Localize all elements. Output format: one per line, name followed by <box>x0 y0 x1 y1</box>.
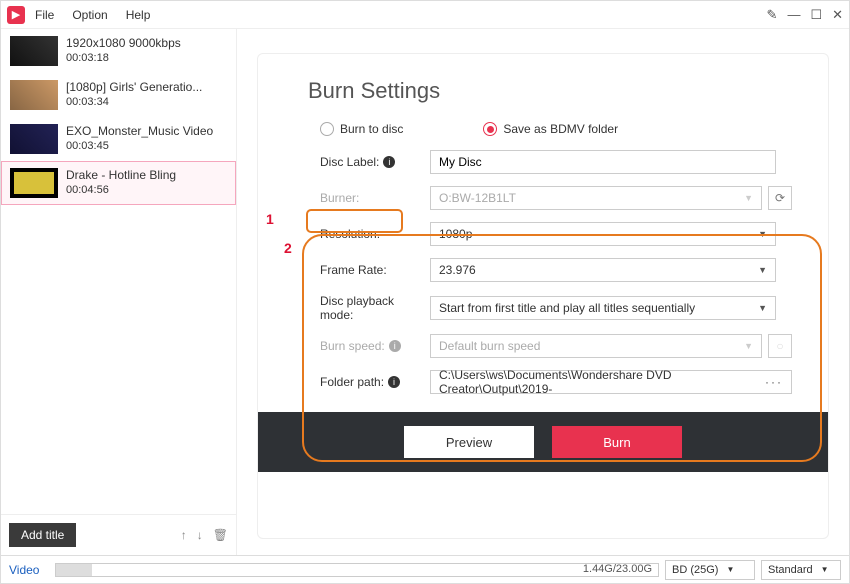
list-item[interactable]: Drake - Hotline Bling 00:04:56 <box>1 161 236 205</box>
list-item[interactable]: 1920x1080 9000kbps 00:03:18 <box>1 29 236 73</box>
feedback-icon[interactable]: ✎ <box>767 7 778 23</box>
video-duration: 00:03:45 <box>66 140 213 152</box>
burn-speed-label: Burn speed:i <box>320 339 430 353</box>
video-thumbnail <box>10 36 58 66</box>
sidebar: 1920x1080 9000kbps 00:03:18 [1080p] Girl… <box>1 29 237 555</box>
status-bar: Video 1.44G/23.00G BD (25G)▼ Standard▼ <box>1 555 849 583</box>
radio-label: Save as BDMV folder <box>503 122 618 136</box>
burner-select: O:BW-12B1LT▼ <box>430 186 762 210</box>
info-icon: i <box>389 340 401 352</box>
maximize-icon[interactable]: ☐ <box>810 7 822 23</box>
browse-icon[interactable]: ··· <box>765 375 783 389</box>
minimize-icon[interactable]: — <box>787 7 800 22</box>
burn-button[interactable]: Burn <box>552 426 682 458</box>
radio-label: Burn to disc <box>340 122 403 136</box>
video-title: [1080p] Girls' Generatio... <box>66 80 202 94</box>
move-up-icon[interactable]: ↑ <box>181 528 187 542</box>
burner-label: Burner: <box>320 191 430 205</box>
info-icon[interactable]: i <box>383 156 395 168</box>
framerate-label: Frame Rate: <box>320 263 430 277</box>
burn-settings-panel: Burn Settings 1 2 Burn to disc Save as B… <box>257 53 829 539</box>
disc-usage-text: 1.44G/23.00G <box>583 563 652 575</box>
annotation-1: 1 <box>266 211 274 227</box>
menu-file[interactable]: File <box>35 8 54 22</box>
close-icon[interactable]: ✕ <box>832 7 843 23</box>
action-bar: Preview Burn <box>258 412 828 472</box>
disc-type-select[interactable]: BD (25G)▼ <box>665 560 755 580</box>
info-icon[interactable]: i <box>388 376 400 388</box>
disc-usage-bar: 1.44G/23.00G <box>55 563 659 577</box>
menu-option[interactable]: Option <box>72 8 107 22</box>
preview-button[interactable]: Preview <box>404 426 534 458</box>
sidebar-footer: Add title ↑ ↓ 🗑 <box>1 514 236 555</box>
refresh-burner-button[interactable]: ⟳ <box>768 186 792 210</box>
disc-label-label: Disc Label:i <box>320 155 430 169</box>
video-duration: 00:04:56 <box>66 184 176 196</box>
framerate-select[interactable]: 23.976▼ <box>430 258 776 282</box>
video-title: EXO_Monster_Music Video <box>66 124 213 138</box>
video-thumbnail <box>10 80 58 110</box>
add-title-button[interactable]: Add title <box>9 523 76 547</box>
panel-title: Burn Settings <box>308 78 792 104</box>
radio-icon <box>483 122 497 136</box>
quality-select[interactable]: Standard▼ <box>761 560 841 580</box>
disc-label-input[interactable] <box>430 150 776 174</box>
main-panel: Burn Settings 1 2 Burn to disc Save as B… <box>237 29 849 555</box>
burn-speed-select: Default burn speed▼ <box>430 334 762 358</box>
delete-icon[interactable]: 🗑 <box>213 528 228 542</box>
playback-mode-label: Disc playback mode: <box>320 294 430 322</box>
video-duration: 00:03:34 <box>66 96 202 108</box>
menu-help[interactable]: Help <box>126 8 151 22</box>
video-title: Drake - Hotline Bling <box>66 168 176 182</box>
app-logo: ▶ <box>7 6 25 24</box>
settings-form: Disc Label:i Burner: O:BW-12B1LT▼ ⟳ Reso… <box>320 150 792 394</box>
refresh-speed-button: ○ <box>768 334 792 358</box>
radio-save-bdmv[interactable]: Save as BDMV folder <box>483 122 618 136</box>
radio-icon <box>320 122 334 136</box>
video-duration: 00:03:18 <box>66 52 181 64</box>
folder-path-label: Folder path:i <box>320 375 430 389</box>
video-thumbnail <box>10 168 58 198</box>
video-thumbnail <box>10 124 58 154</box>
list-item[interactable]: [1080p] Girls' Generatio... 00:03:34 <box>1 73 236 117</box>
video-title: 1920x1080 9000kbps <box>66 36 181 50</box>
titlebar: ▶ File Option Help ✎ — ☐ ✕ <box>1 1 849 29</box>
playback-mode-select[interactable]: Start from first title and play all titl… <box>430 296 776 320</box>
window-controls: ✎ — ☐ ✕ <box>767 7 843 23</box>
video-list: 1920x1080 9000kbps 00:03:18 [1080p] Girl… <box>1 29 236 514</box>
list-item[interactable]: EXO_Monster_Music Video 00:03:45 <box>1 117 236 161</box>
annotation-2: 2 <box>284 240 292 256</box>
radio-burn-to-disc[interactable]: Burn to disc <box>320 122 403 136</box>
resolution-label: Resolution: <box>320 227 430 241</box>
main-menu: File Option Help <box>35 8 150 22</box>
status-label: Video <box>9 563 49 577</box>
folder-path-field[interactable]: C:\Users\ws\Documents\Wondershare DVD Cr… <box>430 370 792 394</box>
move-down-icon[interactable]: ↓ <box>197 528 203 542</box>
resolution-select[interactable]: 1080p▼ <box>430 222 776 246</box>
